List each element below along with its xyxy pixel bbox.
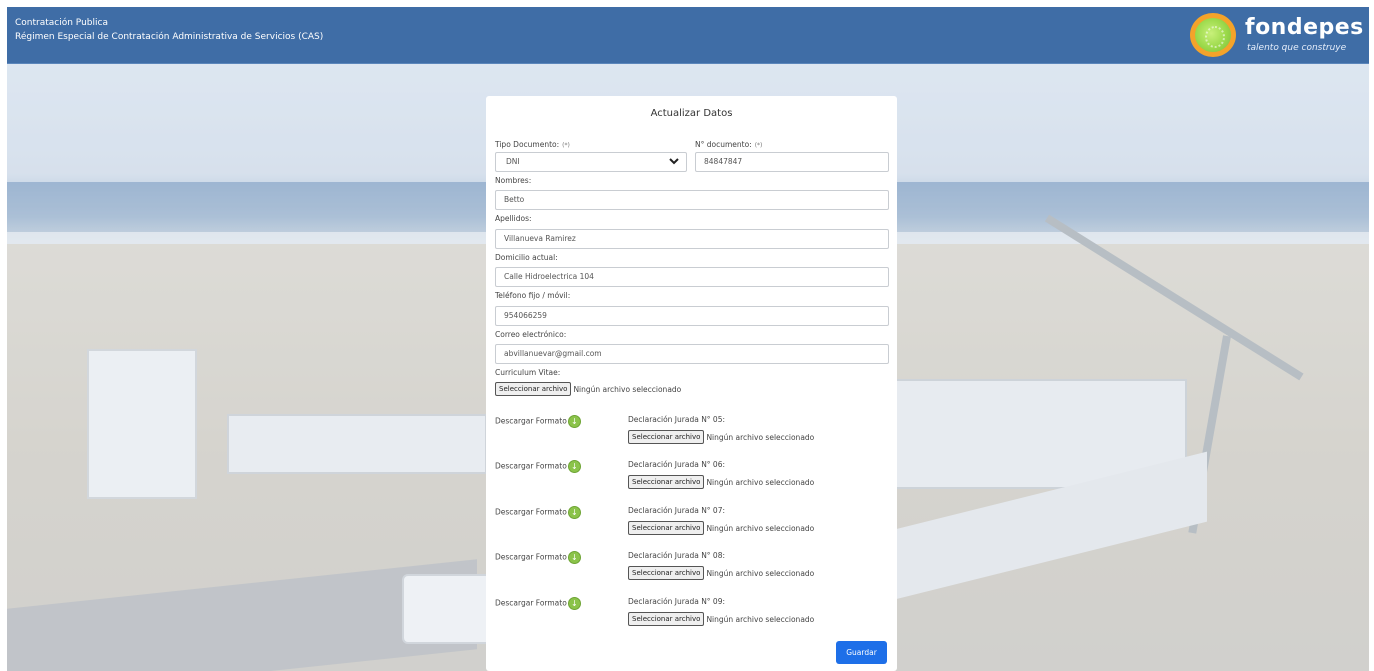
logo-tagline: talento que construye <box>1247 43 1347 53</box>
tipo-documento-label-text: Tipo Documento: <box>495 140 560 149</box>
tipo-documento-label: Tipo Documento: (*) <box>495 140 570 149</box>
chevron-down-icon <box>668 155 680 170</box>
dj08-file-status: Ningún archivo seleccionado <box>706 568 815 578</box>
cv-file-status: Ningún archivo seleccionado <box>573 384 682 394</box>
telefono-label: Teléfono fijo / móvil: <box>495 291 571 300</box>
dj07-select-file-button[interactable]: Seleccionar archivo <box>628 521 705 535</box>
download-arrow-icon[interactable]: ↓ <box>567 460 581 473</box>
dj06-file-status: Ningún archivo seleccionado <box>706 477 815 487</box>
dj05-label: Declaración Jurada N° 05: <box>628 415 726 424</box>
apellidos-label: Apellidos: <box>495 214 532 223</box>
download-arrow-icon[interactable]: ↓ <box>567 506 581 519</box>
required-mark: (*) <box>754 142 763 149</box>
download-format-label: Descargar Formato <box>495 461 567 471</box>
telefono-input[interactable]: 954066259 <box>495 306 889 326</box>
download-arrow-icon[interactable]: ↓ <box>567 597 581 610</box>
nombres-input[interactable]: Betto <box>495 190 889 210</box>
dj06-select-file-button[interactable]: Seleccionar archivo <box>628 475 705 489</box>
download-format-label: Descargar Formato <box>495 507 567 517</box>
dj08-label: Declaración Jurada N° 08: <box>628 551 726 560</box>
download-arrow-icon[interactable]: ↓ <box>567 415 581 428</box>
logo-text: fondepes <box>1245 15 1364 40</box>
download-format-label: Descargar Formato <box>495 598 567 608</box>
dj09-file-input: Seleccionar archivo Ningún archivo selecc… <box>628 612 814 626</box>
domicilio-label: Domicilio actual: <box>495 253 558 262</box>
dj05-file-status: Ningún archivo seleccionado <box>706 432 815 442</box>
download-format-label: Descargar Formato <box>495 552 567 562</box>
download-format-dj06[interactable]: Descargar Formato ↓ <box>495 460 581 473</box>
nro-documento-label-text: N° documento: <box>695 140 752 149</box>
dj07-file-input: Seleccionar archivo Ningún archivo selecc… <box>628 521 814 535</box>
header-subtitle: Régimen Especial de Contratación Adminis… <box>15 32 324 42</box>
dj09-file-status: Ningún archivo seleccionado <box>706 614 815 624</box>
dj07-label: Declaración Jurada N° 07: <box>628 506 726 515</box>
nro-documento-input[interactable]: 84847847 <box>695 152 889 172</box>
download-format-dj05[interactable]: Descargar Formato ↓ <box>495 415 581 428</box>
apellidos-input[interactable]: Villanueva Ramirez <box>495 229 889 249</box>
download-format-dj07[interactable]: Descargar Formato ↓ <box>495 506 581 519</box>
dj06-file-input: Seleccionar archivo Ningún archivo selecc… <box>628 475 814 489</box>
save-button[interactable]: Guardar <box>836 641 887 664</box>
dj09-select-file-button[interactable]: Seleccionar archivo <box>628 612 705 626</box>
update-data-form: Actualizar Datos Tipo Documento: (*) DNI … <box>486 96 897 671</box>
correo-label: Correo electrónico: <box>495 330 567 339</box>
dj05-file-input: Seleccionar archivo Ningún archivo selecc… <box>628 430 814 444</box>
tipo-documento-select[interactable]: DNI <box>495 152 687 172</box>
top-header: Contratación Publica Régimen Especial de… <box>7 7 1369 64</box>
nombres-label: Nombres: <box>495 176 532 185</box>
fondepes-logo-icon <box>1190 13 1236 57</box>
dj07-file-status: Ningún archivo seleccionado <box>706 523 815 533</box>
cv-select-file-button[interactable]: Seleccionar archivo <box>495 382 572 396</box>
correo-input[interactable]: abvillanuevar@gmail.com <box>495 344 889 364</box>
dj08-select-file-button[interactable]: Seleccionar archivo <box>628 566 705 580</box>
download-arrow-icon[interactable]: ↓ <box>567 551 581 564</box>
cv-label: Curriculum Vitae: <box>495 368 561 377</box>
dj08-file-input: Seleccionar archivo Ningún archivo selecc… <box>628 566 814 580</box>
dj09-label: Declaración Jurada N° 09: <box>628 597 726 606</box>
required-mark: (*) <box>562 142 570 149</box>
domicilio-input[interactable]: Calle Hidroelectrica 104 <box>495 267 889 287</box>
tipo-documento-value: DNI <box>506 157 520 166</box>
dj06-label: Declaración Jurada N° 06: <box>628 460 726 469</box>
app-frame: Contratación Publica Régimen Especial de… <box>7 7 1369 671</box>
dj05-select-file-button[interactable]: Seleccionar archivo <box>628 430 705 444</box>
header-title: Contratación Publica <box>15 18 108 28</box>
download-format-dj09[interactable]: Descargar Formato ↓ <box>495 597 581 610</box>
download-format-dj08[interactable]: Descargar Formato ↓ <box>495 551 581 564</box>
cv-file-input: Seleccionar archivo Ningún archivo selecc… <box>495 382 681 396</box>
download-format-label: Descargar Formato <box>495 416 567 426</box>
form-title: Actualizar Datos <box>650 108 733 119</box>
nro-documento-label: N° documento: (*) <box>695 140 762 149</box>
